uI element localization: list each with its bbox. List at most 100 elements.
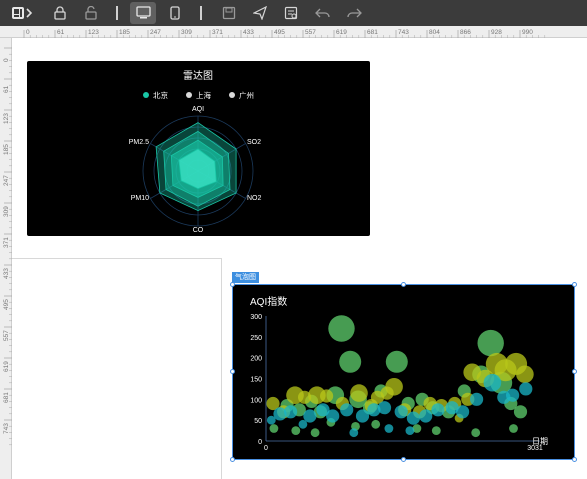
bubble-point [471,428,481,438]
y-tick-label: 0 [258,439,262,446]
indicator-label-aqi: AQI [192,106,204,113]
bubble-point [513,405,528,419]
component-type-tag: 气泡图 [232,272,259,283]
bubble-point [328,315,355,342]
radar-chart-widget[interactable]: 雷达图 北京 上海 广州 AQI SO2 NO2 CO PM10 PM2.5 [27,61,370,236]
bubble-point [350,384,368,402]
resize-handle-nw[interactable] [230,282,235,287]
radar-title: 雷达图 [183,70,213,82]
resize-handle-ne[interactable] [572,282,577,287]
indicator-label-so2: SO2 [247,139,261,146]
send-icon[interactable] [248,3,272,23]
legend-label-beijing[interactable]: 北京 [153,90,168,100]
bubble-point [320,389,334,403]
bubble-point [310,428,320,438]
bubble-point [405,426,415,435]
toolbar-divider [200,6,202,20]
ruler-label: 681 [367,29,378,36]
indicator-label-co: CO [193,227,204,234]
desktop-view-icon[interactable] [130,2,156,24]
bubble-point [284,405,298,419]
save-icon[interactable] [217,3,241,23]
resize-handle-e[interactable] [572,369,577,374]
bubble-point [431,426,441,435]
bubble-point [326,409,340,423]
bubble-point [385,378,403,396]
bubble-point [339,350,362,373]
bubble-points [266,315,534,438]
x-tick-label: 0 [264,445,268,452]
bubble-point [349,428,359,438]
ruler-label: 557 [305,29,316,36]
chevron-right-icon[interactable] [22,3,36,23]
ruler-label: 247 [150,29,161,36]
ruler-label: 371 [212,29,223,36]
bubble-point [355,409,370,423]
page-boundary-guide [221,258,222,479]
bubble-point [385,350,408,373]
bubble-point [431,403,445,417]
ruler-label: 557 [3,330,10,341]
bubble-point [506,388,520,402]
bubble-point [470,392,484,406]
bubble-point [340,403,354,417]
mobile-view-icon[interactable] [163,3,187,23]
resize-handle-w[interactable] [230,369,235,374]
ruler-label: 866 [460,29,471,36]
ruler-label: 681 [3,392,10,403]
y-tick-label: 100 [250,397,262,404]
ruler-label: 619 [336,29,347,36]
ruler-label: 371 [3,237,10,248]
resize-handle-sw[interactable] [230,457,235,462]
lock-icon[interactable] [48,3,72,23]
toolbar-divider [116,6,118,20]
ruler-label: 61 [57,29,65,36]
y-tick-label: 200 [250,356,262,363]
ruler-label: 495 [3,299,10,310]
legend-marker-shanghai [186,92,192,98]
ruler-label: 990 [522,29,533,36]
indicator-label-no2: NO2 [247,195,262,202]
ruler-label: 804 [429,29,440,36]
ruler-label: 185 [119,29,130,36]
bubble-point [509,424,518,433]
radar-legend[interactable]: 北京 上海 广州 [143,90,254,100]
ruler-label: 743 [398,29,409,36]
y-tick-label: 250 [250,335,262,342]
page-boundary-guide [12,258,221,259]
bubble-point [477,329,504,357]
indicator-label-pm10: PM10 [131,195,149,202]
resize-handle-se[interactable] [572,457,577,462]
ruler-label: 123 [3,113,10,124]
ruler-label: 309 [3,206,10,217]
ruler-label: 123 [88,29,99,36]
y-tick-label: 300 [250,314,262,321]
ruler-label: 433 [243,29,254,36]
bubble-point [371,419,381,429]
unlock-icon[interactable] [79,3,103,23]
bubble-point [519,382,533,396]
horizontal-ruler: 0 61 123 185 247 309 371 433 495 557 619 681 743 804 8… [0,26,587,38]
bubble-point [419,409,433,423]
bubble-point [406,411,420,425]
legend-label-guangzhou[interactable]: 广州 [239,90,254,100]
undo-icon[interactable] [311,3,335,23]
indicator-label-pm25: PM2.5 [129,139,149,146]
redo-icon[interactable] [342,3,366,23]
resize-handle-s[interactable] [401,457,406,462]
bubble-chart-widget[interactable]: AQI指数 0 50 100 150 200 250 300 0 3031 日期 [232,284,575,460]
legend-label-shanghai[interactable]: 上海 [196,90,211,100]
bubble-point [456,405,470,419]
ruler-label: 743 [3,423,10,434]
ruler-label: 0 [26,29,30,36]
legend-marker-beijing [143,92,149,98]
ruler-label: 0 [3,58,10,62]
ruler-label: 185 [3,144,10,155]
x-axis-name: 日期 [532,437,548,446]
ruler-label: 247 [3,175,10,186]
preview-icon[interactable] [279,3,303,23]
bubble-point [269,424,279,433]
bubble-chart-title: AQI指数 [250,295,287,308]
bubble-point [291,426,301,435]
resize-handle-n[interactable] [401,282,406,287]
